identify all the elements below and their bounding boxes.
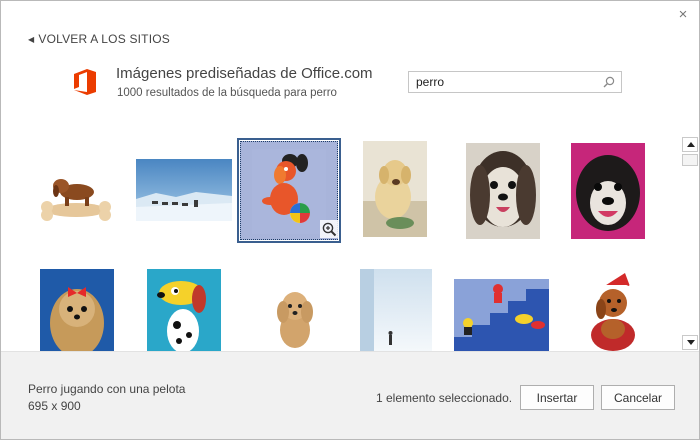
close-icon: ×: [678, 6, 688, 23]
back-link-label: VOLVER A LOS SITIOS: [38, 32, 170, 46]
result-cartoon-spotted-dog[interactable]: [147, 269, 221, 351]
zoom-preview-icon[interactable]: [320, 220, 338, 238]
results-scrollbar[interactable]: [682, 137, 698, 351]
office-logo-icon: [74, 69, 96, 95]
results-summary: 1000 resultados de la búsqueda para perr…: [117, 87, 337, 99]
close-button[interactable]: ×: [675, 7, 691, 23]
selected-image-name: Perro jugando con una pelota: [28, 382, 186, 396]
back-arrow-icon: ◀: [28, 34, 35, 44]
result-dachshund-bone[interactable]: [39, 165, 113, 225]
result-labrador-bowl[interactable]: [363, 141, 427, 237]
result-dog-walking-snow[interactable]: [360, 269, 432, 351]
scroll-down-button[interactable]: [682, 335, 698, 350]
selection-count: 1 elemento seleccionado.: [376, 391, 513, 405]
result-poodle-sitting[interactable]: [271, 286, 319, 351]
search-input[interactable]: [416, 75, 596, 89]
scroll-thumb[interactable]: [682, 154, 698, 166]
clipart-dialog: × ◀ VOLVER A LOS SITIOS Imágenes predise…: [0, 0, 700, 440]
search-field[interactable]: [408, 71, 622, 93]
search-icon[interactable]: [603, 76, 615, 88]
back-to-sites-link[interactable]: ◀ VOLVER A LOS SITIOS: [28, 32, 170, 46]
dialog-footer: Perro jugando con una pelota 695 x 900 1…: [1, 351, 699, 439]
insert-button[interactable]: Insertar: [520, 385, 594, 410]
dialog-title: Imágenes prediseñadas de Office.com: [116, 65, 373, 82]
result-cartoon-dogs-stairs[interactable]: [454, 279, 549, 351]
scroll-up-button[interactable]: [682, 137, 698, 152]
result-shih-tzu[interactable]: [466, 143, 540, 239]
result-dog-santa-hat[interactable]: [573, 269, 649, 351]
cancel-button[interactable]: Cancelar: [601, 385, 675, 410]
result-sled-dogs[interactable]: [136, 159, 232, 221]
result-yorkshire-bow[interactable]: [40, 269, 114, 351]
result-black-white-dog[interactable]: [571, 143, 645, 239]
selected-image-size: 695 x 900: [28, 399, 81, 413]
